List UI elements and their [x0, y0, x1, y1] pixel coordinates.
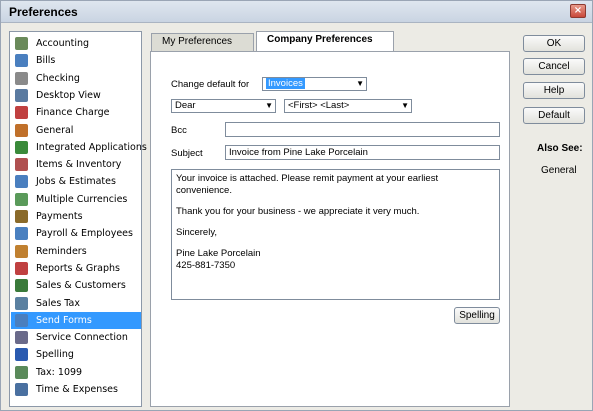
company-preferences-panel: Change default for Invoices ▼ Dear ▼ <Fi…: [150, 51, 510, 407]
sidebar-item-label: Service Connection: [36, 332, 128, 344]
sidebar-item-label: Finance Charge: [36, 107, 110, 119]
sidebar-item-label: Payroll & Employees: [36, 228, 133, 240]
sidebar-item-label: General: [36, 124, 74, 136]
tab-company-preferences[interactable]: Company Preferences: [256, 31, 394, 52]
name-format-value: <First> <Last>: [288, 100, 350, 111]
sidebar-item-desktop-view[interactable]: Desktop View: [11, 87, 141, 104]
sidebar-item-integrated-applications[interactable]: Integrated Applications: [11, 139, 147, 156]
email-body-paragraph: Your invoice is attached. Please remit p…: [176, 173, 439, 196]
email-body-paragraph: Pine Lake Porcelain 425-881-7350: [176, 248, 261, 271]
sidebar-item-label: Send Forms: [36, 314, 92, 326]
accounting-icon: [15, 37, 28, 50]
also-see-title: Also See:: [537, 143, 583, 154]
sidebar-item-label: Multiple Currencies: [36, 193, 128, 205]
sidebar-item-jobs-estimates[interactable]: Jobs & Estimates: [11, 173, 141, 190]
sidebar-item-label: Items & Inventory: [36, 159, 122, 171]
close-button[interactable]: ×: [570, 4, 586, 18]
sidebar-item-send-forms[interactable]: Send Forms: [11, 311, 141, 329]
change-default-label: Change default for: [171, 79, 250, 90]
spelling-button[interactable]: Spelling: [454, 307, 500, 324]
sidebar-item-spelling[interactable]: Spelling: [11, 346, 141, 363]
multiple-currencies-icon: [15, 192, 28, 206]
preferences-window: Preferences × Accounting Bills Checking Des…: [0, 0, 593, 411]
finance-charge-icon: [15, 106, 28, 120]
sidebar-item-sales-customers[interactable]: Sales & Customers: [11, 277, 141, 294]
reports-graphs-icon: [15, 261, 28, 275]
change-default-select[interactable]: Invoices ▼: [262, 77, 367, 91]
sidebar-item-accounting[interactable]: Accounting: [11, 35, 141, 52]
sidebar-item-multiple-currencies[interactable]: Multiple Currencies: [11, 191, 141, 208]
tax-1099-icon: [15, 365, 28, 379]
payroll-icon: [15, 227, 28, 241]
send-forms-icon: [15, 313, 28, 327]
sidebar-item-checking[interactable]: Checking: [11, 70, 141, 87]
sidebar-item-payments[interactable]: Payments: [11, 208, 141, 225]
ok-button[interactable]: OK: [523, 35, 585, 52]
bcc-label: Bcc: [171, 125, 187, 136]
sidebar-item-label: Checking: [36, 72, 80, 84]
email-body-paragraph: Sincerely,: [176, 227, 218, 238]
sidebar-item-finance-charge[interactable]: Finance Charge: [11, 104, 141, 121]
name-format-select[interactable]: <First> <Last> ▼: [284, 99, 412, 113]
sidebar-item-reminders[interactable]: Reminders: [11, 243, 141, 260]
sales-customers-icon: [15, 279, 28, 293]
sidebar-item-label: Reports & Graphs: [36, 262, 120, 274]
sidebar-item-label: Desktop View: [36, 89, 101, 101]
sidebar-item-reports-graphs[interactable]: Reports & Graphs: [11, 260, 141, 277]
sidebar-item-label: Spelling: [36, 349, 74, 361]
sidebar-item-bills[interactable]: Bills: [11, 52, 141, 69]
desktop-view-icon: [15, 88, 28, 102]
subject-label: Subject: [171, 148, 203, 159]
checking-icon: [15, 71, 28, 85]
sidebar-item-label: Accounting: [36, 38, 90, 49]
bcc-field[interactable]: [225, 122, 500, 137]
subject-field[interactable]: Invoice from Pine Lake Porcelain: [225, 145, 500, 160]
items-inventory-icon: [15, 158, 28, 172]
sales-tax-icon: [15, 296, 28, 310]
chevron-down-icon: ▼: [356, 79, 364, 88]
sidebar-item-general[interactable]: General: [11, 122, 141, 139]
salutation-select[interactable]: Dear ▼: [171, 99, 276, 113]
sidebar-item-label: Bills: [36, 55, 56, 67]
cancel-button[interactable]: Cancel: [523, 58, 585, 75]
sidebar-item-label: Payments: [36, 211, 83, 222]
change-default-value: Invoices: [266, 78, 305, 89]
preferences-category-list[interactable]: Accounting Bills Checking Desktop View Finan…: [9, 31, 147, 407]
time-expenses-icon: [15, 383, 28, 396]
sidebar-item-tax-1099[interactable]: Tax: 1099: [11, 364, 141, 381]
email-body-paragraph: Thank you for your business - we appreci…: [176, 206, 420, 217]
salutation-value: Dear: [175, 100, 196, 111]
sidebar-item-label: Jobs & Estimates: [36, 176, 116, 188]
also-see-general-link[interactable]: General: [541, 165, 577, 176]
bills-icon: [15, 54, 28, 68]
sidebar-item-label: Sales & Customers: [36, 280, 126, 292]
service-connection-icon: [15, 331, 28, 345]
sidebar-item-sales-tax[interactable]: Sales Tax: [11, 295, 141, 312]
sidebar-item-time-expenses[interactable]: Time & Expenses: [11, 381, 141, 398]
tab-my-preferences[interactable]: My Preferences: [151, 33, 254, 51]
spelling-icon: [15, 348, 28, 362]
chevron-down-icon: ▼: [401, 101, 409, 110]
window-title: Preferences: [9, 5, 78, 19]
sidebar-item-label: Tax: 1099: [36, 366, 83, 378]
sidebar-item-payroll-employees[interactable]: Payroll & Employees: [11, 225, 141, 242]
sidebar-item-label: Reminders: [36, 245, 87, 257]
title-bar: Preferences ×: [1, 1, 592, 23]
integrated-apps-icon: [15, 140, 28, 154]
sidebar-item-label: Sales Tax: [36, 297, 80, 309]
payments-icon: [15, 210, 28, 223]
sidebar-item-service-connection[interactable]: Service Connection: [11, 329, 141, 346]
email-body-textarea[interactable]: Your invoice is attached. Please remit p…: [171, 169, 500, 300]
default-button[interactable]: Default: [523, 107, 585, 124]
sidebar-item-label: Integrated Applications: [36, 141, 147, 153]
jobs-estimates-icon: [15, 175, 28, 189]
reminders-icon: [15, 244, 28, 258]
chevron-down-icon: ▼: [265, 101, 273, 110]
help-button[interactable]: Help: [523, 82, 585, 99]
sidebar-item-items-inventory[interactable]: Items & Inventory: [11, 156, 141, 173]
sidebar-item-label: Time & Expenses: [36, 384, 118, 395]
general-icon: [15, 123, 28, 137]
